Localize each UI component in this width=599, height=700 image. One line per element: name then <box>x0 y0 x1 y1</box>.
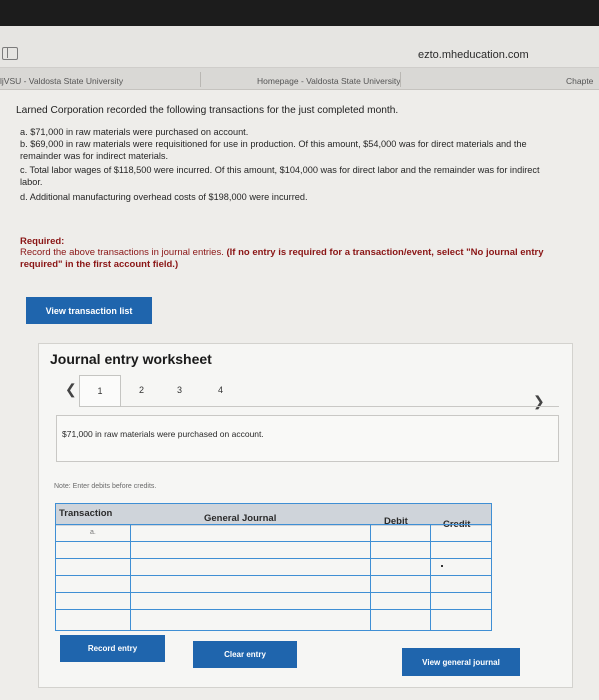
clear-entry-button[interactable]: Clear entry <box>193 641 297 668</box>
grid-row-line <box>56 575 491 576</box>
chevron-right-icon[interactable]: ❯ <box>533 393 545 410</box>
page-tab-2[interactable]: 2 <box>139 385 144 395</box>
transaction-c: c. Total labor wages of $118,500 were in… <box>20 165 540 187</box>
row-transaction-label: a. <box>90 529 96 536</box>
view-transaction-list-button[interactable]: View transaction list <box>26 297 152 324</box>
required-instructions: Record the above transactions in journal… <box>20 247 550 270</box>
pager-divider <box>121 406 559 407</box>
debit-credit-note: Note: Enter debits before credits. <box>54 483 157 490</box>
page-tab-4[interactable]: 4 <box>218 385 223 395</box>
worksheet-title: Journal entry worksheet <box>50 351 212 367</box>
required-text: Record the above transactions in journal… <box>20 247 224 258</box>
required-label: Required: <box>20 236 65 247</box>
chevron-left-icon[interactable]: ❮ <box>65 381 77 398</box>
transaction-description: $71,000 in raw materials were purchased … <box>62 429 264 439</box>
record-entry-button[interactable]: Record entry <box>60 635 165 662</box>
tabs-overview-icon[interactable] <box>2 47 18 60</box>
cursor-dot <box>441 565 443 567</box>
problem-intro: Larned Corporation recorded the followin… <box>16 105 399 116</box>
credit-field[interactable] <box>431 525 491 541</box>
debit-field[interactable] <box>371 525 430 541</box>
tab-homepage[interactable]: Homepage - Valdosta State University <box>257 76 400 86</box>
page-tab-1[interactable]: 1 <box>79 375 121 407</box>
tab-chapter[interactable]: Chapte <box>566 76 593 86</box>
grid-row-line <box>56 541 491 542</box>
transaction-a: a. $71,000 in raw materials were purchas… <box>20 127 249 137</box>
header-transaction: Transaction <box>59 508 113 519</box>
grid-row-line <box>56 592 491 593</box>
transaction-d: d. Additional manufacturing overhead cos… <box>20 192 308 202</box>
address-bar[interactable] <box>0 26 599 68</box>
account-field[interactable] <box>131 525 370 541</box>
tab-divider <box>400 72 401 87</box>
tab-vsu[interactable]: ljVSU - Valdosta State University <box>0 76 123 86</box>
transaction-b: b. $69,000 in raw materials were requisi… <box>20 139 527 161</box>
grid-row-line <box>56 558 491 559</box>
header-general-journal: General Journal <box>204 513 277 524</box>
grid-row-line <box>56 609 491 610</box>
view-general-journal-button[interactable]: View general journal <box>402 648 520 676</box>
tab-divider <box>200 72 201 87</box>
page-tab-label: 1 <box>97 386 103 396</box>
page-tab-3[interactable]: 3 <box>177 385 182 395</box>
url-text[interactable]: ezto.mheducation.com <box>418 49 529 61</box>
